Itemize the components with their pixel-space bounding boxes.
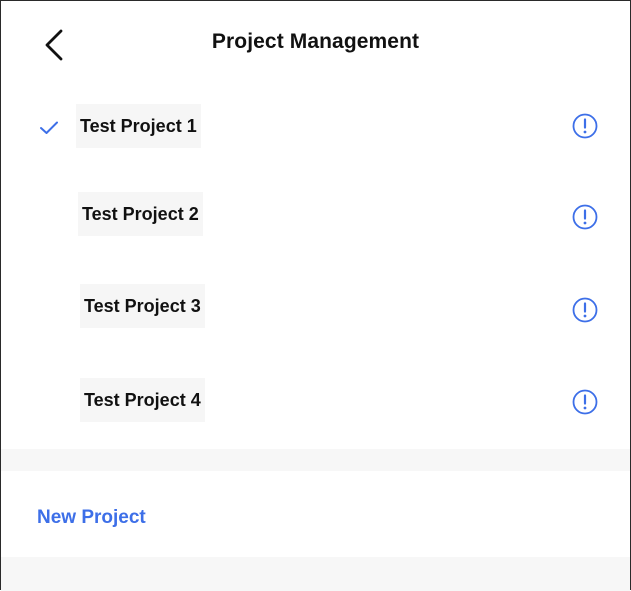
new-project-button[interactable]: New Project (37, 507, 146, 529)
check-icon (39, 120, 59, 136)
footer-band (1, 557, 630, 591)
info-icon[interactable] (571, 296, 599, 324)
project-item-label: Test Project 2 (78, 192, 203, 236)
project-item-4[interactable]: Test Project 4 (1, 353, 630, 445)
project-item-2[interactable]: Test Project 2 (1, 169, 630, 261)
app-screen: Project Management Test Project 1 Test P… (0, 0, 631, 591)
project-item-3[interactable]: Test Project 3 (1, 261, 630, 353)
info-icon[interactable] (571, 203, 599, 231)
project-item-label: Test Project 1 (76, 104, 201, 148)
page-title: Project Management (211, 30, 420, 53)
top-bar: Project Management (1, 1, 630, 87)
info-icon[interactable] (571, 388, 599, 416)
project-item-label: Test Project 4 (80, 378, 205, 422)
project-item-1[interactable]: Test Project 1 (1, 83, 630, 175)
section-divider (1, 449, 630, 471)
info-icon[interactable] (571, 112, 599, 140)
project-item-label: Test Project 3 (80, 284, 205, 328)
